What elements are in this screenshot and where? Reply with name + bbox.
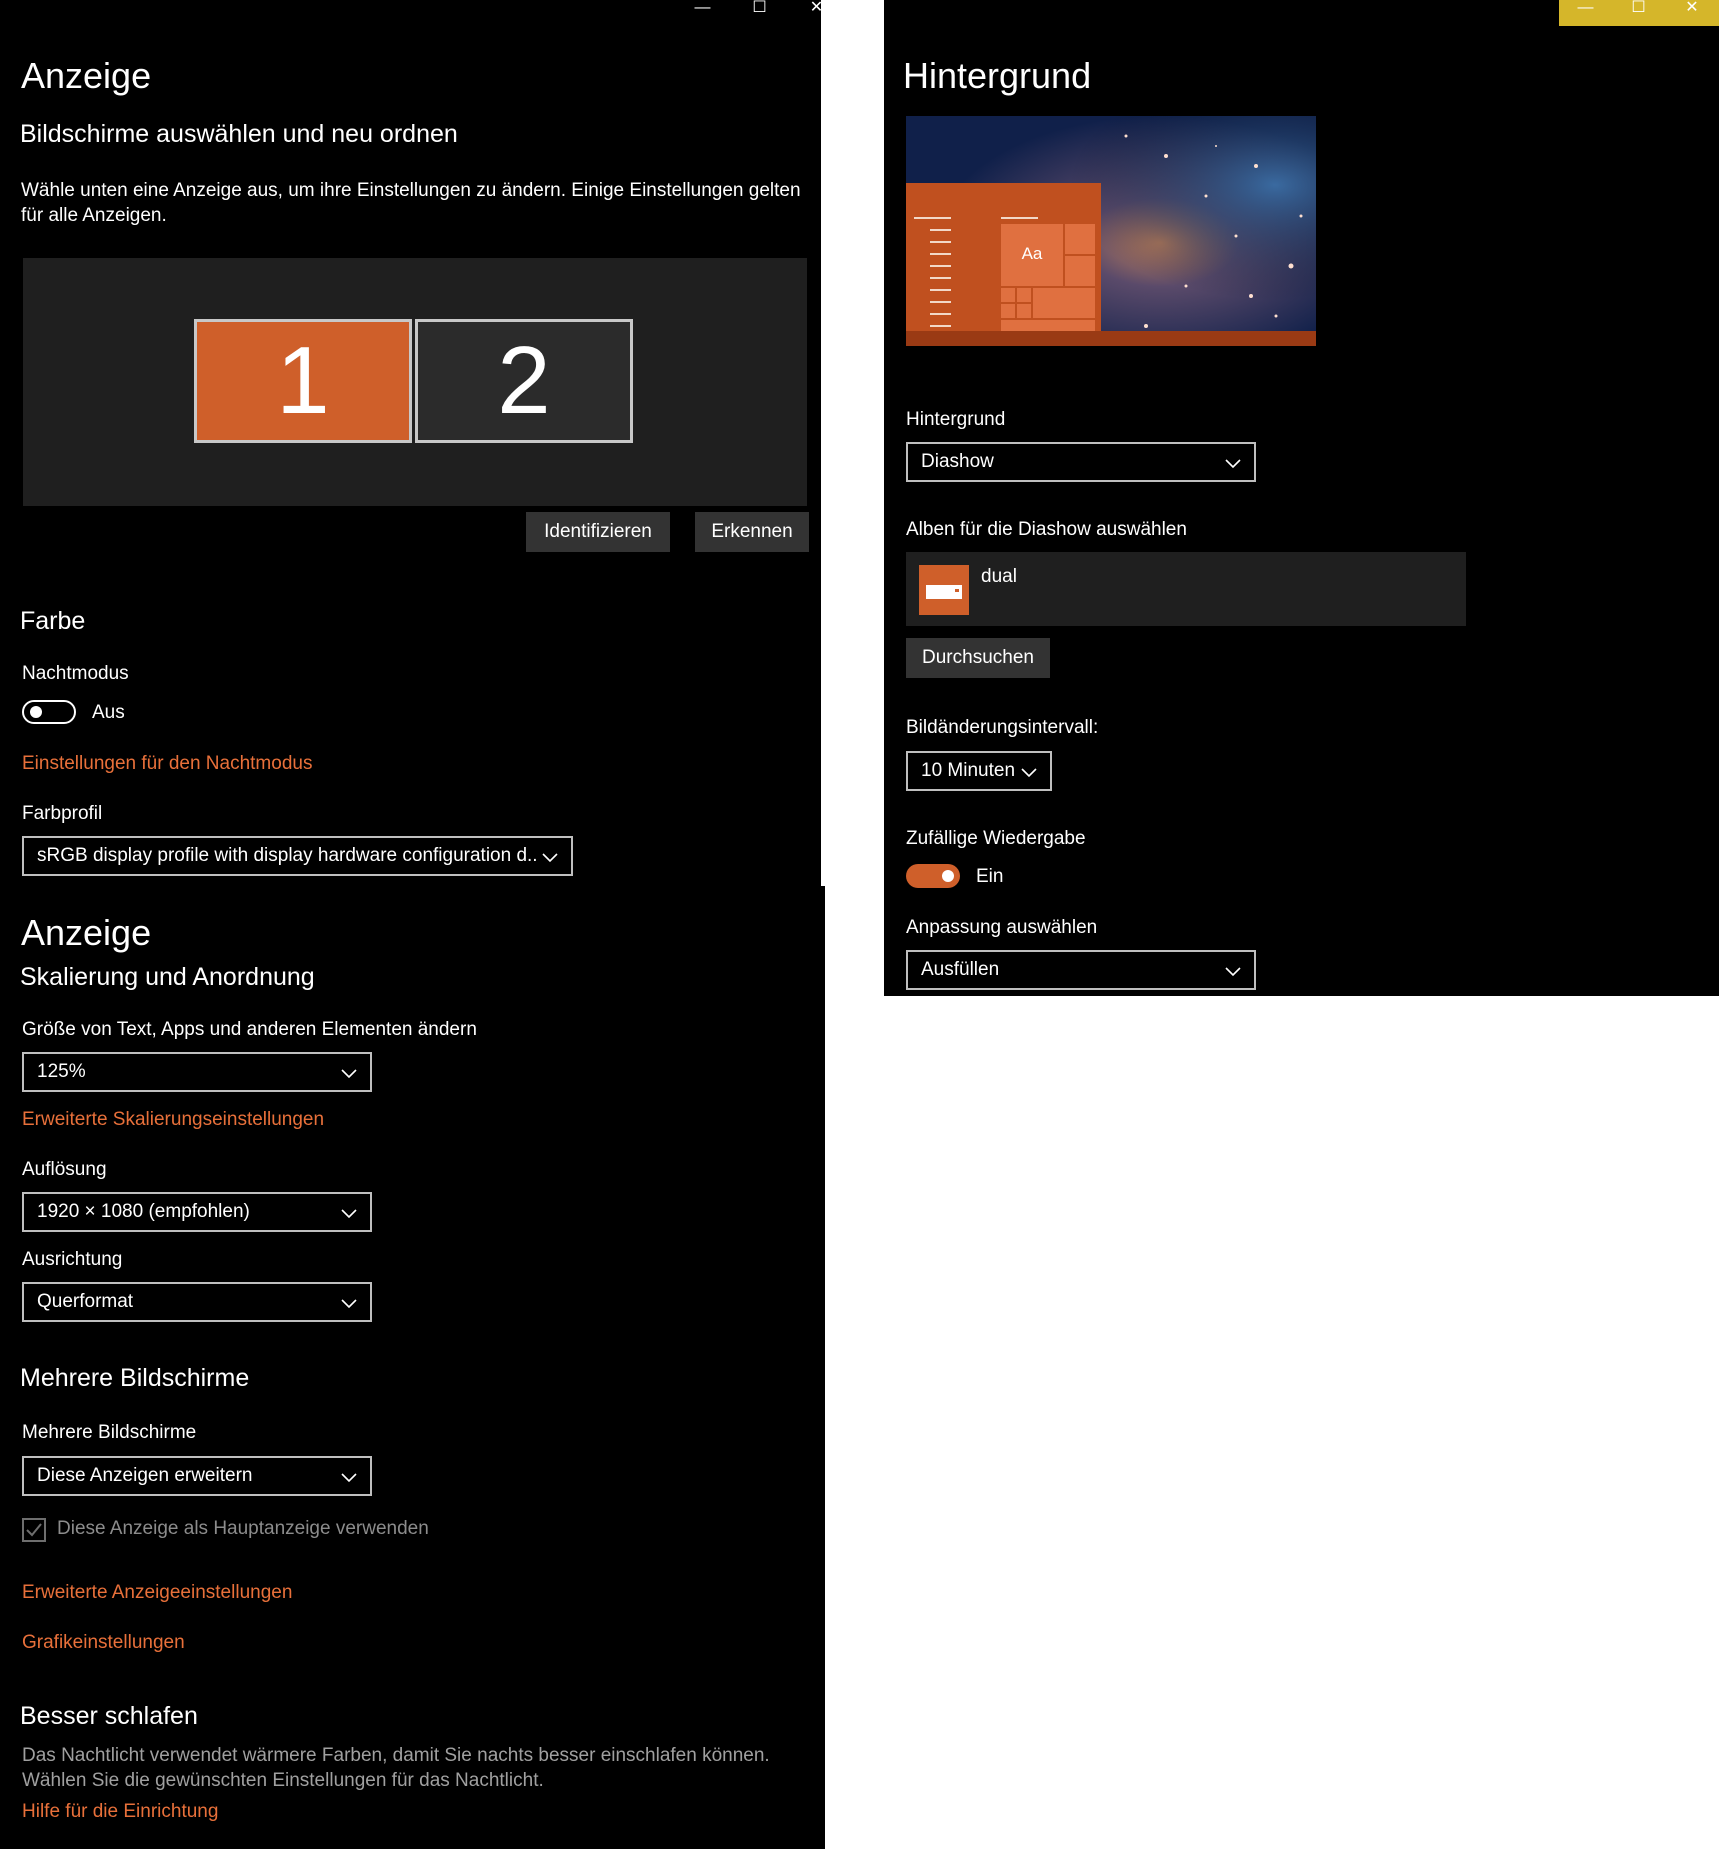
resolution-label: Auflösung bbox=[22, 1159, 107, 1180]
page-title: Anzeige bbox=[21, 55, 152, 96]
shuffle-label: Zufällige Wiedergabe bbox=[906, 828, 1086, 849]
interval-dropdown[interactable]: 10 Minuten bbox=[906, 751, 1052, 791]
toggle-knob bbox=[942, 870, 954, 882]
album-name: dual bbox=[981, 566, 1017, 587]
close-icon[interactable]: ✕ bbox=[1665, 0, 1719, 16]
night-mode-label: Nachtmodus bbox=[22, 663, 129, 684]
monitor-arrangement-panel: 1 2 bbox=[23, 258, 807, 506]
shuffle-toggle[interactable] bbox=[906, 864, 960, 888]
background-label: Hintergrund bbox=[906, 409, 1006, 430]
orientation-dropdown[interactable]: Querformat bbox=[22, 1282, 372, 1322]
color-heading: Farbe bbox=[20, 607, 86, 635]
monitor-1-number: 1 bbox=[276, 327, 330, 434]
multi-display-dropdown[interactable]: Diese Anzeigen erweitern bbox=[22, 1456, 372, 1496]
size-value: 125% bbox=[37, 1061, 86, 1082]
color-profile-label: Farbprofil bbox=[22, 803, 103, 824]
chevron-down-icon bbox=[341, 1069, 357, 1079]
chevron-down-icon bbox=[341, 1209, 357, 1219]
night-mode-settings-link[interactable]: Einstellungen für den Nachtmodus bbox=[22, 753, 312, 775]
chevron-down-icon bbox=[1225, 967, 1241, 977]
background-dropdown[interactable]: Diashow bbox=[906, 442, 1256, 482]
color-profile-value: sRGB display profile with display hardwa… bbox=[37, 845, 537, 866]
background-value: Diashow bbox=[921, 451, 994, 472]
chevron-down-icon bbox=[341, 1473, 357, 1483]
main-display-checkbox-label: Diese Anzeige als Hauptanzeige verwenden bbox=[57, 1518, 429, 1539]
arrange-heading: Bildschirme auswählen und neu ordnen bbox=[20, 120, 458, 148]
albums-label: Alben für die Diashow auswählen bbox=[906, 519, 1187, 540]
chevron-down-icon bbox=[542, 853, 558, 863]
multi-display-value: Diese Anzeigen erweitern bbox=[37, 1465, 253, 1486]
setup-help-link[interactable]: Hilfe für die Einrichtung bbox=[22, 1801, 218, 1823]
interval-label: Bildänderungsintervall: bbox=[906, 717, 1099, 738]
multi-display-label: Mehrere Bildschirme bbox=[22, 1422, 197, 1443]
album-folder-icon bbox=[919, 565, 969, 615]
interval-value: 10 Minuten bbox=[921, 760, 1016, 781]
maximize-icon[interactable]: ☐ bbox=[731, 0, 788, 16]
background-preview: Aa bbox=[906, 116, 1316, 346]
preview-tile-text: Aa bbox=[1021, 244, 1043, 263]
album-item[interactable]: dual bbox=[906, 552, 1466, 626]
size-dropdown[interactable]: 125% bbox=[22, 1052, 372, 1092]
monitor-2-number: 2 bbox=[497, 327, 551, 434]
maximize-icon[interactable]: ☐ bbox=[1612, 0, 1665, 16]
detect-button[interactable]: Erkennen bbox=[695, 512, 809, 552]
caption-bar: — ☐ ✕ bbox=[1559, 0, 1719, 26]
chevron-down-icon bbox=[1021, 768, 1037, 778]
chevron-down-icon bbox=[341, 1299, 357, 1309]
main-display-checkbox[interactable] bbox=[22, 1518, 46, 1542]
window-gap bbox=[821, 0, 825, 886]
multi-display-heading: Mehrere Bildschirme bbox=[20, 1364, 250, 1392]
graphics-settings-link[interactable]: Grafikeinstellungen bbox=[22, 1632, 185, 1654]
color-profile-dropdown[interactable]: sRGB display profile with display hardwa… bbox=[22, 836, 573, 876]
orientation-value: Querformat bbox=[37, 1291, 134, 1312]
display-settings-window: — ☐ ✕ Anzeige Bildschirme auswählen und … bbox=[0, 0, 825, 1849]
advanced-scaling-link[interactable]: Erweiterte Skalierungseinstellungen bbox=[22, 1109, 324, 1131]
resolution-dropdown[interactable]: 1920 × 1080 (empfohlen) bbox=[22, 1192, 372, 1232]
toggle-knob bbox=[30, 706, 42, 718]
nebula-preview-image bbox=[906, 116, 1316, 346]
size-label: Größe von Text, Apps und anderen Element… bbox=[22, 1019, 477, 1040]
fit-dropdown[interactable]: Ausfüllen bbox=[906, 950, 1256, 990]
scale-heading: Skalierung und Anordnung bbox=[20, 963, 315, 991]
identify-button[interactable]: Identifizieren bbox=[526, 512, 670, 552]
minimize-icon[interactable]: — bbox=[674, 0, 731, 16]
sleep-heading: Besser schlafen bbox=[20, 1702, 198, 1730]
fit-label: Anpassung auswählen bbox=[906, 917, 1098, 938]
monitor-1[interactable]: 1 bbox=[194, 319, 412, 443]
sleep-text: Das Nachtlicht verwendet wärmere Farben,… bbox=[22, 1745, 770, 1791]
scale-title: Anzeige bbox=[21, 912, 152, 953]
resolution-value: 1920 × 1080 (empfohlen) bbox=[37, 1201, 250, 1222]
fit-value: Ausfüllen bbox=[921, 959, 1000, 980]
arrange-description: Wähle unten eine Anzeige aus, um ihre Ei… bbox=[21, 180, 801, 226]
advanced-display-link[interactable]: Erweiterte Anzeigeeinstellungen bbox=[22, 1582, 292, 1604]
orientation-label: Ausrichtung bbox=[22, 1249, 123, 1270]
monitor-2[interactable]: 2 bbox=[415, 319, 633, 443]
night-mode-toggle[interactable] bbox=[22, 700, 76, 724]
chevron-down-icon bbox=[1225, 459, 1241, 469]
checkmark-icon bbox=[26, 1523, 42, 1537]
minimize-icon[interactable]: — bbox=[1559, 0, 1612, 16]
background-settings-window: — ☐ ✕ Hintergrund Aa Hintergrund Diashow… bbox=[884, 0, 1719, 996]
shuffle-state: Ein bbox=[976, 866, 1004, 887]
browse-button[interactable]: Durchsuchen bbox=[906, 638, 1050, 678]
close-icon[interactable]: ✕ bbox=[788, 0, 845, 16]
night-mode-state: Aus bbox=[92, 702, 125, 723]
page-title: Hintergrund bbox=[903, 55, 1092, 96]
